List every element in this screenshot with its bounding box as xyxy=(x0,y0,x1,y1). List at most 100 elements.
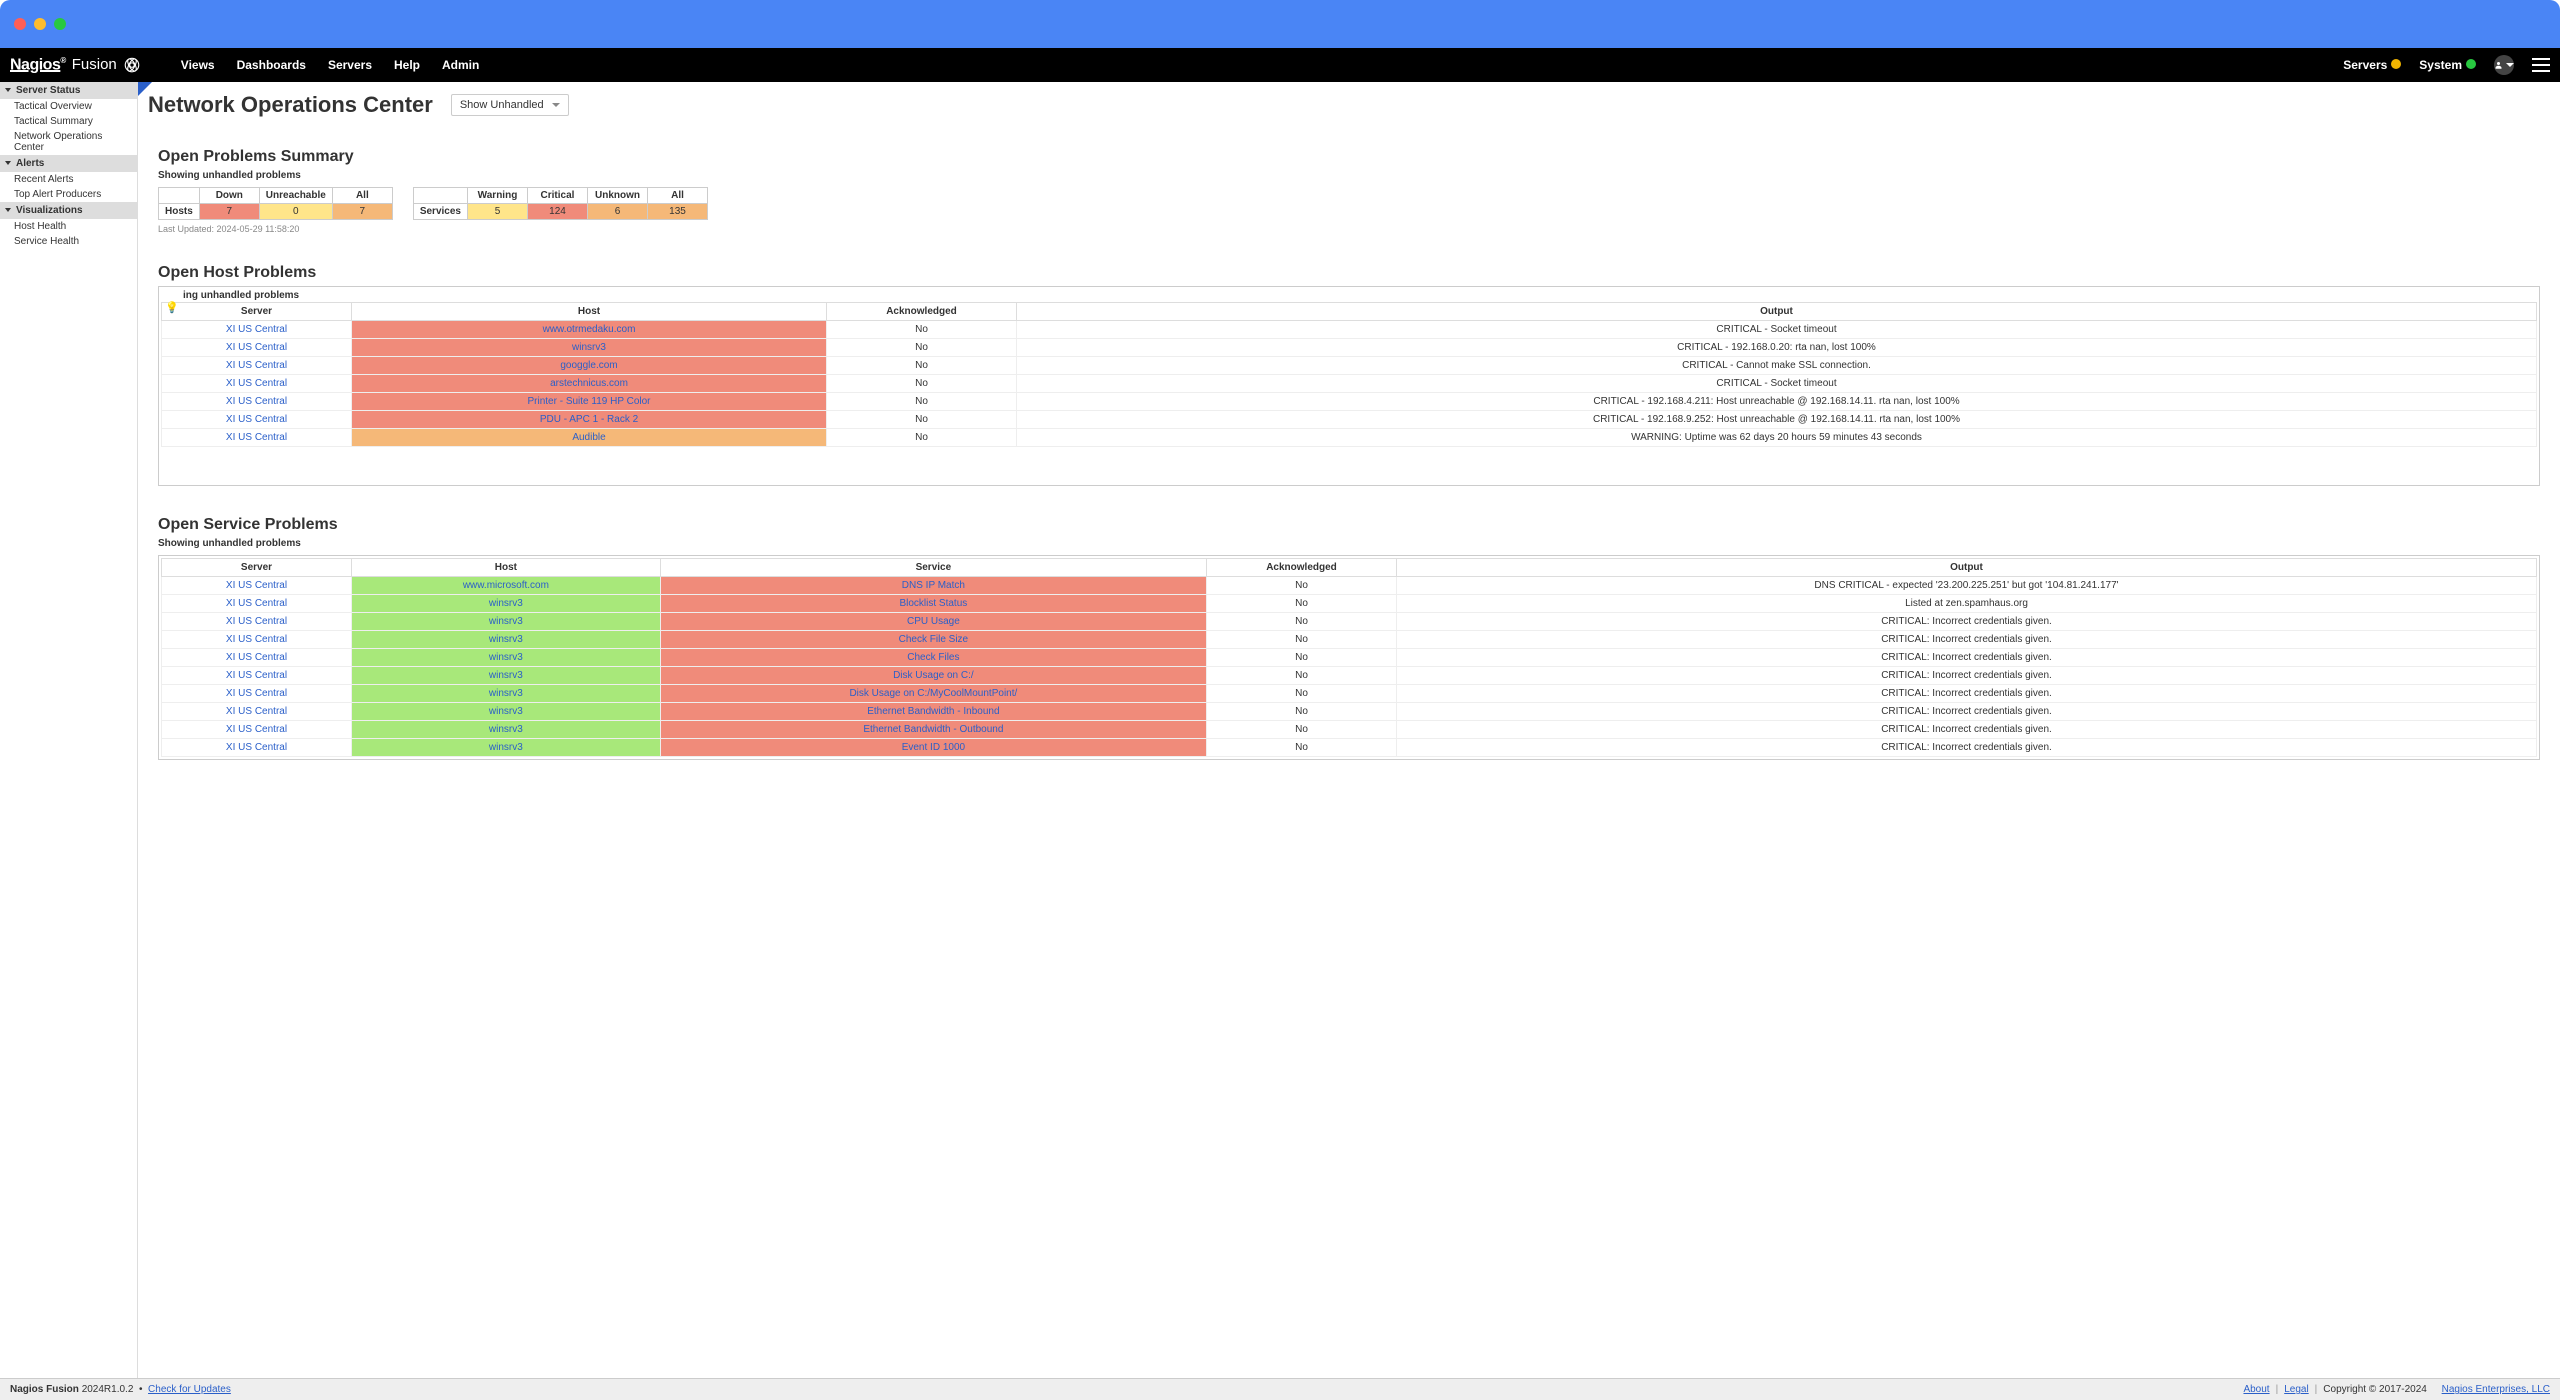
server-link[interactable]: XI US Central xyxy=(226,432,287,443)
server-link[interactable]: XI US Central xyxy=(226,616,287,627)
nav-system-status[interactable]: System xyxy=(2419,58,2476,72)
server-link[interactable]: XI US Central xyxy=(226,634,287,645)
server-cell: XI US Central xyxy=(162,685,352,703)
sidebar-item[interactable]: Network Operations Center xyxy=(0,129,137,155)
server-link[interactable]: XI US Central xyxy=(226,360,287,371)
summary-value[interactable]: 135 xyxy=(647,204,707,220)
summary-value[interactable]: 0 xyxy=(259,204,332,220)
host-link[interactable]: winsrv3 xyxy=(489,670,523,681)
service-cell: Check File Size xyxy=(660,631,1206,649)
service-link[interactable]: Check File Size xyxy=(899,634,968,645)
table-header[interactable]: Output xyxy=(1397,559,2537,577)
host-link[interactable]: winsrv3 xyxy=(489,652,523,663)
sidebar-group-header[interactable]: Server Status xyxy=(0,82,137,99)
service-link[interactable]: Ethernet Bandwidth - Inbound xyxy=(867,706,999,717)
company-link[interactable]: Nagios Enterprises, LLC xyxy=(2442,1384,2550,1395)
sidebar-group-header[interactable]: Alerts xyxy=(0,155,137,172)
host-link[interactable]: winsrv3 xyxy=(489,706,523,717)
logo[interactable]: Nagios® Fusion xyxy=(10,56,141,74)
table-header[interactable]: Host xyxy=(352,303,827,321)
server-link[interactable]: XI US Central xyxy=(226,396,287,407)
user-menu-button[interactable] xyxy=(2494,55,2514,75)
check-updates-link[interactable]: Check for Updates xyxy=(148,1384,231,1395)
summary-value[interactable]: 7 xyxy=(332,204,392,220)
server-link[interactable]: XI US Central xyxy=(226,652,287,663)
server-link[interactable]: XI US Central xyxy=(226,670,287,681)
host-cell: PDU - APC 1 - Rack 2 xyxy=(352,411,827,429)
server-link[interactable]: XI US Central xyxy=(226,742,287,753)
host-link[interactable]: Printer - Suite 119 HP Color xyxy=(527,396,650,407)
table-header[interactable]: Output xyxy=(1017,303,2537,321)
service-link[interactable]: Disk Usage on C:/MyCoolMountPoint/ xyxy=(849,688,1017,699)
service-link[interactable]: CPU Usage xyxy=(907,616,960,627)
table-header[interactable]: Server xyxy=(162,303,352,321)
server-link[interactable]: XI US Central xyxy=(226,688,287,699)
nav-servers-status[interactable]: Servers xyxy=(2343,58,2401,72)
summary-value[interactable]: 7 xyxy=(199,204,259,220)
host-link[interactable]: winsrv3 xyxy=(489,616,523,627)
host-link[interactable]: winsrv3 xyxy=(489,688,523,699)
body: Server StatusTactical OverviewTactical S… xyxy=(0,82,2560,1400)
lightbulb-icon[interactable]: 💡 xyxy=(165,301,179,314)
ack-cell: No xyxy=(1207,577,1397,595)
sidebar-item[interactable]: Host Health xyxy=(0,219,137,234)
table-header[interactable]: Host xyxy=(352,559,661,577)
hamburger-menu-button[interactable] xyxy=(2532,58,2550,72)
mac-zoom-button[interactable] xyxy=(54,18,66,30)
host-link[interactable]: winsrv3 xyxy=(489,724,523,735)
service-link[interactable]: DNS IP Match xyxy=(902,580,965,591)
summary-value[interactable]: 6 xyxy=(587,204,647,220)
sidebar-item[interactable]: Recent Alerts xyxy=(0,172,137,187)
nav-help[interactable]: Help xyxy=(394,58,420,72)
server-link[interactable]: XI US Central xyxy=(226,724,287,735)
sidebar-item[interactable]: Top Alert Producers xyxy=(0,187,137,202)
host-cell: winsrv3 xyxy=(352,739,661,757)
ack-cell: No xyxy=(1207,685,1397,703)
table-header[interactable]: Acknowledged xyxy=(1207,559,1397,577)
sidebar-group-header[interactable]: Visualizations xyxy=(0,202,137,219)
service-link[interactable]: Disk Usage on C:/ xyxy=(893,670,974,681)
sidebar-item[interactable]: Tactical Summary xyxy=(0,114,137,129)
sidebar-item[interactable]: Service Health xyxy=(0,234,137,249)
nav-admin[interactable]: Admin xyxy=(442,58,479,72)
mac-close-button[interactable] xyxy=(14,18,26,30)
host-link[interactable]: www.microsoft.com xyxy=(463,580,549,591)
about-link[interactable]: About xyxy=(2243,1384,2269,1395)
host-link[interactable]: googgle.com xyxy=(560,360,617,371)
server-link[interactable]: XI US Central xyxy=(226,378,287,389)
nav-dashboards[interactable]: Dashboards xyxy=(237,58,306,72)
host-link[interactable]: winsrv3 xyxy=(572,342,606,353)
mac-minimize-button[interactable] xyxy=(34,18,46,30)
table-header[interactable]: Service xyxy=(660,559,1206,577)
nav-servers[interactable]: Servers xyxy=(328,58,372,72)
table-row: XI US Centralarstechnicus.comNoCRITICAL … xyxy=(162,375,2537,393)
host-link[interactable]: winsrv3 xyxy=(489,598,523,609)
table-header[interactable]: Server xyxy=(162,559,352,577)
output-cell: CRITICAL - 192.168.4.211: Host unreachab… xyxy=(1017,393,2537,411)
host-link[interactable]: winsrv3 xyxy=(489,742,523,753)
host-link[interactable]: www.otrmedaku.com xyxy=(543,324,636,335)
sidebar-item[interactable]: Tactical Overview xyxy=(0,99,137,114)
filter-select[interactable]: Show Unhandled xyxy=(451,94,569,116)
server-link[interactable]: XI US Central xyxy=(226,580,287,591)
nav-views[interactable]: Views xyxy=(181,58,215,72)
summary-value[interactable]: 5 xyxy=(467,204,527,220)
host-cell: arstechnicus.com xyxy=(352,375,827,393)
summary-header: Critical xyxy=(527,188,587,204)
service-link[interactable]: Blocklist Status xyxy=(899,598,967,609)
table-header[interactable]: Acknowledged xyxy=(827,303,1017,321)
server-link[interactable]: XI US Central xyxy=(226,342,287,353)
summary-value[interactable]: 124 xyxy=(527,204,587,220)
service-link[interactable]: Ethernet Bandwidth - Outbound xyxy=(863,724,1003,735)
host-link[interactable]: winsrv3 xyxy=(489,634,523,645)
legal-link[interactable]: Legal xyxy=(2284,1384,2308,1395)
host-link[interactable]: Audible xyxy=(572,432,605,443)
server-link[interactable]: XI US Central xyxy=(226,324,287,335)
server-link[interactable]: XI US Central xyxy=(226,706,287,717)
server-link[interactable]: XI US Central xyxy=(226,598,287,609)
host-link[interactable]: arstechnicus.com xyxy=(550,378,628,389)
service-link[interactable]: Check Files xyxy=(907,652,959,663)
host-link[interactable]: PDU - APC 1 - Rack 2 xyxy=(540,414,638,425)
server-link[interactable]: XI US Central xyxy=(226,414,287,425)
service-link[interactable]: Event ID 1000 xyxy=(902,742,965,753)
